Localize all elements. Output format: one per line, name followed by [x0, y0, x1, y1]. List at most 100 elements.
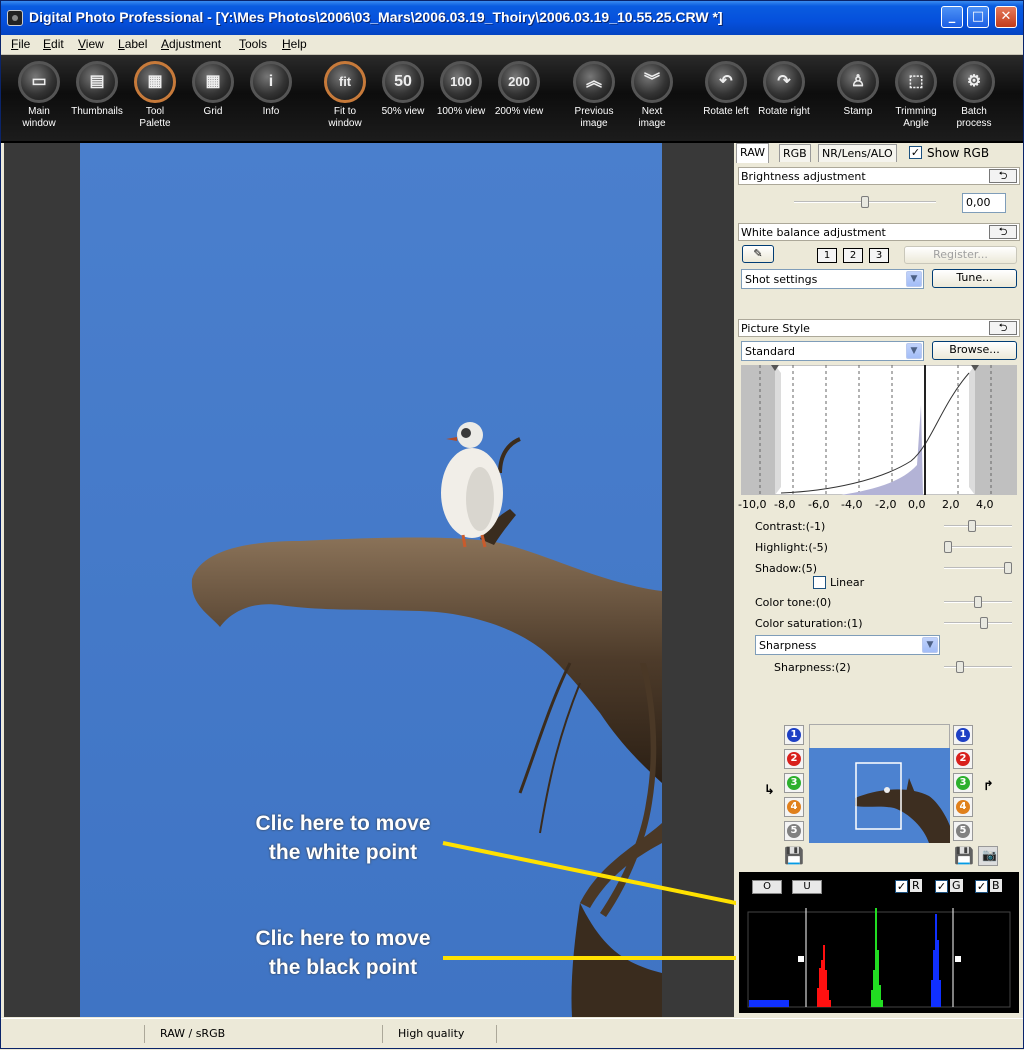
preset-number-icon: 4 — [956, 800, 970, 814]
preset-4-right-button[interactable]: 4 — [953, 797, 973, 817]
picture-style-slider-thumb[interactable] — [980, 617, 988, 629]
white-point-annotation-line2: the white point — [268, 841, 418, 864]
black-point-annotation-line2: the black point — [268, 956, 418, 979]
navigator-thumbnail[interactable] — [809, 748, 950, 843]
preset-5-right-button[interactable]: 5 — [953, 821, 973, 841]
tab-rgb[interactable]: RGB — [779, 144, 811, 162]
picture-style-select[interactable]: Standard ▼ — [741, 341, 924, 361]
sharpness-slider[interactable] — [944, 661, 1012, 673]
white-balance-reset-button[interactable]: ⮌ — [989, 225, 1017, 239]
wb-preset-2-button[interactable]: 2 — [843, 248, 863, 263]
picture-style-slider-thumb[interactable] — [1004, 562, 1012, 574]
picture-style-slider-thumb[interactable] — [968, 520, 976, 532]
picture-style-slider[interactable] — [944, 596, 1012, 608]
wb-mode-select[interactable]: Shot settings ▼ — [741, 269, 924, 289]
wb-mode-value: Shot settings — [745, 273, 818, 286]
tone-curve-tick-label: 4,0 — [976, 498, 994, 511]
histogram-b-checkbox[interactable]: ✓ — [975, 880, 988, 893]
preset-4-left-button[interactable]: 4 — [784, 797, 804, 817]
preset-number-icon: 5 — [787, 824, 801, 838]
picture-style-slider[interactable] — [944, 562, 1012, 574]
brightness-value[interactable]: 0,00 — [962, 193, 1006, 213]
wb-preset-3-button[interactable]: 3 — [869, 248, 889, 263]
preset-number-icon: 5 — [956, 824, 970, 838]
wb-preset-group: 1 2 3 — [817, 248, 897, 263]
picture-style-slider[interactable] — [944, 541, 1012, 553]
preset-2-left-button[interactable]: 2 — [784, 749, 804, 769]
linear-checkbox[interactable] — [813, 576, 826, 589]
picture-style-slider-label: Contrast:(-1) — [755, 520, 826, 533]
brightness-slider-thumb[interactable] — [861, 196, 869, 208]
tone-curve-axis: -10,0 -8,0 -6,0 -4,0 -2,0 0,0 2,0 4,0 — [736, 498, 1022, 512]
picture-style-reset-button[interactable]: ⮌ — [989, 321, 1017, 335]
eyedropper-icon: ✎ — [753, 247, 763, 260]
preset-2-right-button[interactable]: 2 — [953, 749, 973, 769]
sharpness-mode-select[interactable]: Sharpness ▼ — [755, 635, 940, 655]
wb-tune-button[interactable]: Tune... — [932, 269, 1017, 288]
black-point-annotation: Clic here to move the black point — [245, 924, 441, 982]
picture-style-slider-label: Shadow:(5) — [755, 562, 818, 575]
tone-curve-tick-label: -4,0 — [841, 498, 863, 511]
histogram-o-button[interactable]: O — [752, 880, 782, 894]
preset-number-icon: 2 — [787, 752, 801, 766]
white-balance-header: White balance adjustment ⮌ — [738, 223, 1020, 241]
black-point-handle[interactable] — [798, 956, 804, 962]
histogram-u-button[interactable]: U — [792, 880, 822, 894]
chevron-down-icon: ▼ — [922, 637, 938, 653]
sharpness-label: Sharpness:(2) — [774, 661, 851, 674]
histogram-panel[interactable]: O U ✓ R ✓ G ✓ B — [739, 872, 1019, 1013]
show-rgb-label: Show RGB — [927, 146, 990, 160]
save-left-icon[interactable]: 💾 — [784, 846, 804, 866]
save-right-icon[interactable]: 💾 — [954, 846, 974, 866]
wb-register-button[interactable]: Register... — [904, 246, 1017, 264]
linear-label: Linear — [830, 576, 865, 589]
black-point-annotation-line1: Clic here to move — [255, 927, 431, 950]
histogram-plot[interactable] — [739, 900, 1019, 1013]
brightness-reset-button[interactable]: ⮌ — [989, 169, 1017, 183]
picture-style-value: Standard — [745, 345, 796, 358]
status-color-space: RAW / sRGB — [144, 1025, 240, 1043]
preset-1-right-button[interactable]: 1 — [953, 725, 973, 745]
histogram-g-checkbox[interactable]: ✓ — [935, 880, 948, 893]
wb-preset-1-button[interactable]: 1 — [817, 248, 837, 263]
white-point-handle[interactable] — [955, 956, 961, 962]
preset-1-left-button[interactable]: 1 — [784, 725, 804, 745]
tone-curve-tick-label: -6,0 — [808, 498, 830, 511]
picture-style-slider-thumb[interactable] — [974, 596, 982, 608]
chevron-down-icon: ▼ — [906, 343, 922, 359]
arrow-up-right-icon: ↱ — [983, 779, 994, 794]
app-window: Digital Photo Professional - [Y:\Mes Pho… — [0, 0, 1024, 1049]
brightness-title: Brightness adjustment — [741, 170, 866, 183]
brightness-slider[interactable] — [794, 196, 936, 208]
show-rgb-checkbox[interactable]: ✓ — [909, 146, 922, 159]
status-quality: High quality — [382, 1025, 479, 1043]
sharpness-slider-thumb[interactable] — [956, 661, 964, 673]
sharpness-mode-value: Sharpness — [759, 639, 817, 652]
preset-5-left-button[interactable]: 5 — [784, 821, 804, 841]
tone-curve-graph[interactable] — [741, 365, 1017, 495]
tone-curve-tick-label: -8,0 — [774, 498, 796, 511]
preset-3-left-button[interactable]: 3 — [784, 773, 804, 793]
eyedropper-button[interactable]: ✎ — [742, 245, 774, 263]
tab-nr-lens-alo[interactable]: NR/Lens/ALO — [818, 144, 897, 162]
picture-style-browse-button[interactable]: Browse... — [932, 341, 1017, 360]
histogram-channel-label: G — [950, 879, 963, 892]
picture-style-slider[interactable] — [944, 617, 1012, 629]
preset-3-right-button[interactable]: 3 — [953, 773, 973, 793]
picture-style-slider[interactable] — [944, 520, 1012, 532]
tone-curve-tick-label: 2,0 — [942, 498, 960, 511]
picture-style-slider-thumb[interactable] — [944, 541, 952, 553]
status-bar: RAW / sRGB High quality — [1, 1018, 1023, 1048]
tab-raw[interactable]: RAW — [736, 143, 769, 163]
histogram-channel-label: R — [910, 879, 922, 892]
camera-icon[interactable]: 📷 — [978, 846, 998, 866]
arrow-down-right-icon: ↳ — [764, 783, 775, 798]
preset-number-icon: 4 — [787, 800, 801, 814]
picture-style-slider-label: Color saturation:(1) — [755, 617, 863, 630]
tool-palette: RAW RGB NR/Lens/ALO ✓ Show RGB Brightnes… — [736, 143, 1022, 1017]
tone-curve-tick-label: 0,0 — [908, 498, 926, 511]
preset-number-icon: 2 — [956, 752, 970, 766]
preset-number-icon: 3 — [787, 776, 801, 790]
status-separator — [496, 1025, 497, 1043]
histogram-r-checkbox[interactable]: ✓ — [895, 880, 908, 893]
